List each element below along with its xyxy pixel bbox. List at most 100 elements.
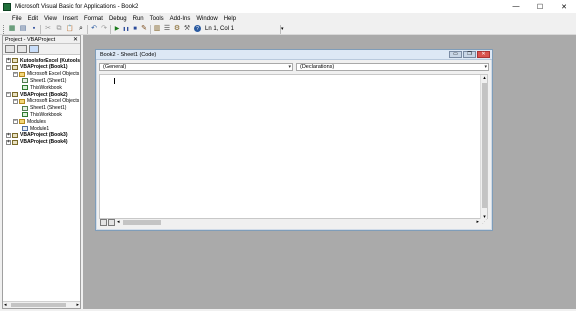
code-close-button[interactable]: ✕ (477, 51, 490, 58)
menu-window[interactable]: Window (193, 16, 220, 22)
paste-icon[interactable]: 📋 (66, 25, 74, 33)
scroll-thumb[interactable] (11, 303, 66, 307)
window-title: Microsoft Visual Basic for Applications … (15, 3, 139, 10)
scroll-right-icon[interactable]: ▸ (476, 219, 479, 226)
view-code-icon[interactable] (5, 45, 15, 53)
scroll-right-icon[interactable]: ▸ (76, 302, 79, 309)
expand-icon[interactable]: + (6, 132, 11, 138)
text-caret (114, 78, 115, 84)
close-icon[interactable]: ✕ (73, 36, 78, 44)
toolbar-separator (40, 25, 41, 34)
redo-icon[interactable]: ↷ (100, 25, 108, 33)
tree-item-label: KutoolsforExcel (Kutools_Loadin (20, 57, 80, 64)
code-minimize-button[interactable]: ▭ (449, 51, 462, 58)
project-explorer: Project - VBAProject ✕ + KutoolsforExcel … (2, 35, 81, 309)
scroll-up-icon[interactable]: ▴ (481, 75, 488, 81)
project-explorer-icon[interactable]: ▥ (153, 25, 161, 33)
menu-debug[interactable]: Debug (106, 16, 130, 22)
reset-icon[interactable]: ■ (131, 25, 139, 33)
copy-icon[interactable]: ⧉ (55, 25, 63, 33)
code-editor[interactable]: ▴ ▾ (99, 74, 488, 220)
code-restore-button[interactable]: ❐ (463, 51, 476, 58)
code-vertical-scrollbar[interactable]: ▴ ▾ (480, 75, 487, 220)
menu-file[interactable]: File (9, 16, 25, 22)
code-window-controls: ▭ ❐ ✕ (449, 51, 490, 58)
code-window-combos: (General) ▾ (Declarations) ▾ (96, 60, 492, 73)
view-object-icon[interactable] (17, 45, 27, 53)
excel-icon[interactable]: ▦ (8, 25, 16, 33)
scroll-thumb[interactable] (482, 83, 487, 208)
menu-tools[interactable]: Tools (147, 16, 167, 22)
menu-run[interactable]: Run (130, 16, 147, 22)
minimize-button[interactable]: — (504, 0, 528, 13)
project-explorer-title: Project - VBAProject (5, 36, 56, 43)
menu-edit[interactable]: Edit (25, 16, 41, 22)
project-icon (12, 132, 18, 138)
toggle-folders-icon[interactable] (29, 45, 39, 53)
tree-item-label: Sheet1 (Sheet1) (30, 105, 67, 112)
insert-module-icon[interactable]: ▤ (19, 25, 27, 33)
sheet-icon (22, 78, 28, 84)
chevron-down-icon[interactable]: ▾ (288, 64, 291, 70)
toolbar-separator (110, 25, 111, 34)
code-window: Book2 - Sheet1 (Code) ▭ ❐ ✕ (General) ▾ … (95, 49, 493, 231)
project-icon (12, 139, 18, 145)
standard-toolbar: ▦ ▤ ▪ ✂ ⧉ 📋 ⌕ ↶ ↷ ▶ ❚❚ ■ ✎ ▥ ☰ ⚙ ⚒ ? Ln … (0, 24, 576, 35)
resize-grip-icon[interactable]: ⋰ (481, 219, 488, 226)
tree-item[interactable]: + VBAProject (Book4) (6, 139, 68, 146)
project-explorer-toolbar (3, 44, 80, 55)
menu-view[interactable]: View (41, 16, 60, 22)
collapse-icon[interactable]: − (13, 71, 18, 77)
sheet-icon (22, 105, 28, 111)
expand-icon[interactable]: + (6, 58, 11, 63)
procedure-combo[interactable]: (Declarations) ▾ (296, 62, 489, 71)
properties-icon[interactable]: ☰ (163, 25, 171, 33)
object-browser-icon[interactable]: ⚙ (173, 25, 181, 33)
folder-icon (19, 98, 25, 104)
find-icon[interactable]: ⌕ (77, 25, 85, 33)
toolbar-grip[interactable] (3, 25, 5, 34)
toolbar-end-grip[interactable]: ▾ (280, 25, 284, 34)
object-combo-value: (General) (103, 63, 127, 70)
procedure-combo-value: (Declarations) (300, 63, 335, 70)
undo-icon[interactable]: ↶ (90, 25, 98, 33)
tree-item-label: Sheet1 (Sheet1) (30, 77, 67, 84)
break-icon[interactable]: ❚❚ (122, 25, 130, 33)
menu-format[interactable]: Format (81, 16, 106, 22)
maximize-button[interactable]: ☐ (528, 0, 552, 13)
full-module-view-icon[interactable] (108, 219, 115, 226)
code-window-titlebar[interactable]: Book2 - Sheet1 (Code) ▭ ❐ ✕ (96, 50, 492, 60)
scroll-left-icon[interactable]: ◂ (117, 219, 120, 226)
project-icon (12, 58, 18, 63)
toolbox-icon[interactable]: ⚒ (183, 25, 191, 33)
cut-icon[interactable]: ✂ (44, 25, 52, 33)
project-icon (12, 64, 18, 70)
tree-item-label: ThisWorkbook (30, 84, 62, 91)
project-explorer-header: Project - VBAProject ✕ (3, 36, 80, 44)
collapse-icon[interactable]: − (6, 92, 11, 97)
close-button[interactable]: ✕ (552, 0, 576, 13)
menu-insert[interactable]: Insert (60, 16, 81, 22)
run-icon[interactable]: ▶ (113, 25, 121, 33)
menu-help[interactable]: Help (221, 16, 239, 22)
procedure-view-icon[interactable] (100, 219, 107, 226)
save-icon[interactable]: ▪ (30, 25, 38, 33)
collapse-icon[interactable]: − (13, 98, 18, 104)
expand-icon[interactable]: + (6, 139, 11, 145)
collapse-icon[interactable]: − (13, 119, 18, 125)
collapse-icon[interactable]: − (6, 64, 11, 70)
code-bottom-bar: ◂ ▸ ⋰ (99, 219, 488, 227)
menu-add-ins[interactable]: Add-Ins (167, 16, 194, 22)
chevron-down-icon[interactable]: ▾ (484, 64, 487, 70)
scroll-thumb[interactable] (123, 220, 161, 225)
help-icon[interactable]: ? (194, 25, 201, 32)
scroll-left-icon[interactable]: ◂ (4, 302, 7, 309)
workbook-icon (22, 85, 28, 91)
tree-item-label: ThisWorkbook (30, 111, 62, 118)
tree-item-label: VBAProject (Book3) (20, 132, 68, 139)
folder-icon (19, 119, 25, 125)
project-horizontal-scrollbar[interactable]: ◂ ▸ (3, 301, 80, 308)
object-combo[interactable]: (General) ▾ (99, 62, 293, 71)
module-icon (22, 126, 28, 131)
design-mode-icon[interactable]: ✎ (140, 25, 148, 33)
